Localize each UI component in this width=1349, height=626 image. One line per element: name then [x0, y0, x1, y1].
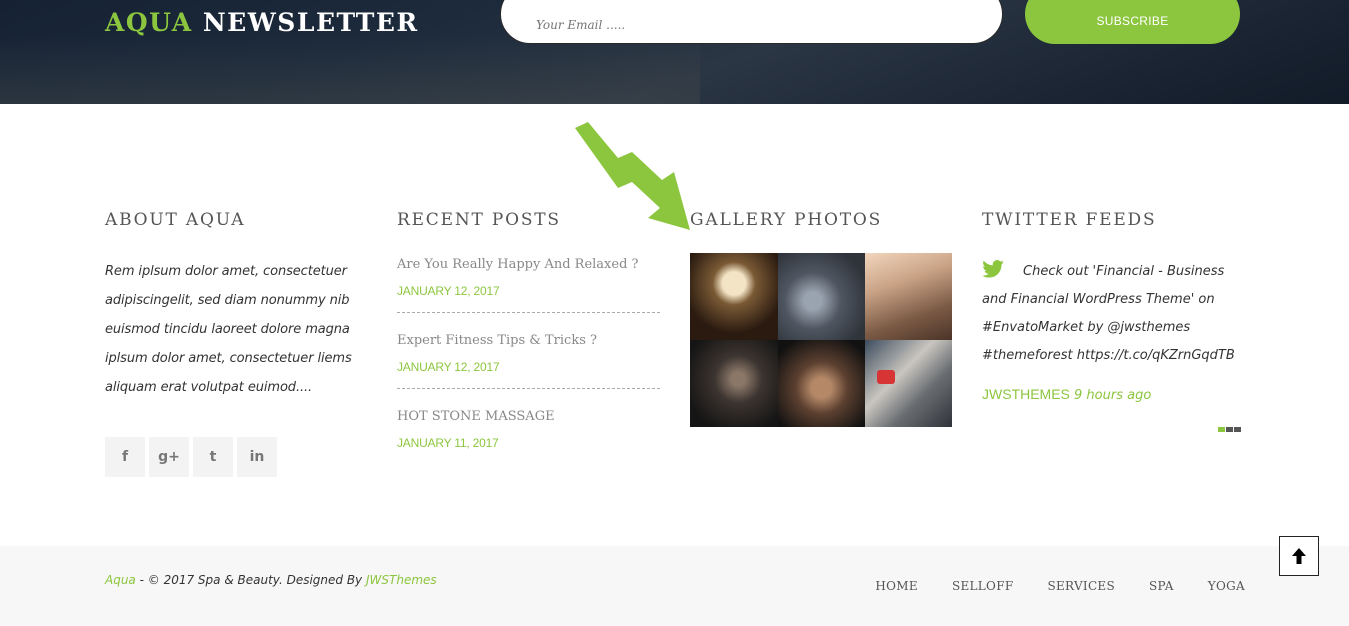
- gallery-photo-stretching[interactable]: [778, 253, 865, 340]
- tweet-meta: JWSTHEMES 9 hours ago: [982, 386, 1247, 403]
- post-date: JANUARY 11, 2017: [397, 436, 499, 450]
- about-column: ABOUT AQUA Rem iplsum dolor amet, consec…: [105, 210, 365, 402]
- footer-nav: HOME SELLOFF SERVICES SPA YOGA: [875, 579, 1245, 593]
- arrow-up-icon: [1292, 548, 1306, 564]
- linkedin-icon[interactable]: in: [237, 437, 277, 477]
- twitter-column: TWITTER FEEDS Check out 'Financial - Bus…: [982, 210, 1247, 403]
- copyright-text: - © 2017 Spa & Beauty. Designed By: [135, 573, 366, 587]
- gallery-photo-candles[interactable]: [690, 253, 778, 340]
- newsletter-band: AQUA NEWSLETTER SUBSCRIBE: [0, 0, 1349, 104]
- tweet-author-link[interactable]: JWSTHEMES: [982, 386, 1070, 402]
- post-item: HOT STONE MASSAGE JANUARY 11, 2017: [397, 409, 660, 464]
- designer-link[interactable]: JWSThemes: [366, 573, 437, 587]
- post-date: JANUARY 12, 2017: [397, 284, 500, 298]
- post-list: Are You Really Happy And Relaxed ? JANUA…: [397, 257, 660, 464]
- background-mountain: [0, 34, 700, 104]
- brand-link[interactable]: Aqua: [105, 573, 136, 587]
- twitter-bird-icon: [982, 260, 1004, 278]
- gallery-column: GALLERY PHOTOS: [690, 210, 952, 427]
- twitter-icon[interactable]: t: [193, 437, 233, 477]
- gallery-photo-massage[interactable]: [865, 253, 952, 340]
- bottom-bar: Aqua - © 2017 Spa & Beauty. Designed By …: [0, 546, 1349, 626]
- gallery-photo-boxing[interactable]: [865, 340, 952, 427]
- post-title-link[interactable]: Are You Really Happy And Relaxed ?: [397, 257, 660, 272]
- post-title-link[interactable]: Expert Fitness Tips & Tricks ?: [397, 333, 660, 348]
- newsletter-email-input[interactable]: [500, 0, 1003, 44]
- subscribe-button[interactable]: SUBSCRIBE: [1025, 0, 1240, 44]
- copyright: Aqua - © 2017 Spa & Beauty. Designed By …: [105, 573, 437, 587]
- footer-nav-home[interactable]: HOME: [875, 579, 918, 593]
- newsletter-title: AQUA NEWSLETTER: [105, 8, 419, 37]
- gallery-photo-athlete[interactable]: [778, 340, 865, 427]
- recent-posts-title: RECENT POSTS: [397, 210, 561, 230]
- post-item: Expert Fitness Tips & Tricks ? JANUARY 1…: [397, 333, 660, 389]
- post-date: JANUARY 12, 2017: [397, 360, 500, 374]
- newsletter-title-accent: AQUA: [105, 8, 193, 37]
- facebook-icon[interactable]: f: [105, 437, 145, 477]
- post-title-link[interactable]: HOT STONE MASSAGE: [397, 409, 660, 424]
- footer-nav-selloff[interactable]: SELLOFF: [952, 579, 1014, 593]
- about-text: Rem iplsum dolor amet, consectetuer adip…: [105, 264, 352, 395]
- tweet-pager: [1218, 427, 1241, 432]
- pager-dot-active[interactable]: [1218, 427, 1225, 432]
- footer-nav-yoga[interactable]: YOGA: [1208, 579, 1245, 593]
- social-links: f g+ t in: [105, 437, 277, 477]
- footer-nav-services[interactable]: SERVICES: [1047, 579, 1115, 593]
- tweet-time: 9 hours ago: [1074, 388, 1152, 403]
- gallery-photo-dumbbell[interactable]: [690, 340, 778, 427]
- twitter-title: TWITTER FEEDS: [982, 210, 1157, 230]
- recent-posts-column: RECENT POSTS Are You Really Happy And Re…: [397, 210, 660, 464]
- newsletter-title-text: NEWSLETTER: [202, 8, 419, 37]
- about-title: ABOUT AQUA: [105, 210, 246, 230]
- tweet: Check out 'Financial - Business and Fina…: [982, 258, 1247, 370]
- google-plus-icon[interactable]: g+: [149, 437, 189, 477]
- post-item: Are You Really Happy And Relaxed ? JANUA…: [397, 257, 660, 313]
- footer-nav-spa[interactable]: SPA: [1149, 579, 1174, 593]
- pager-dot[interactable]: [1234, 427, 1241, 432]
- gallery-grid: [690, 253, 952, 427]
- back-to-top-button[interactable]: [1279, 536, 1319, 576]
- pager-dot[interactable]: [1226, 427, 1233, 432]
- gallery-title: GALLERY PHOTOS: [690, 210, 883, 230]
- tweet-text: Check out 'Financial - Business and Fina…: [982, 264, 1235, 363]
